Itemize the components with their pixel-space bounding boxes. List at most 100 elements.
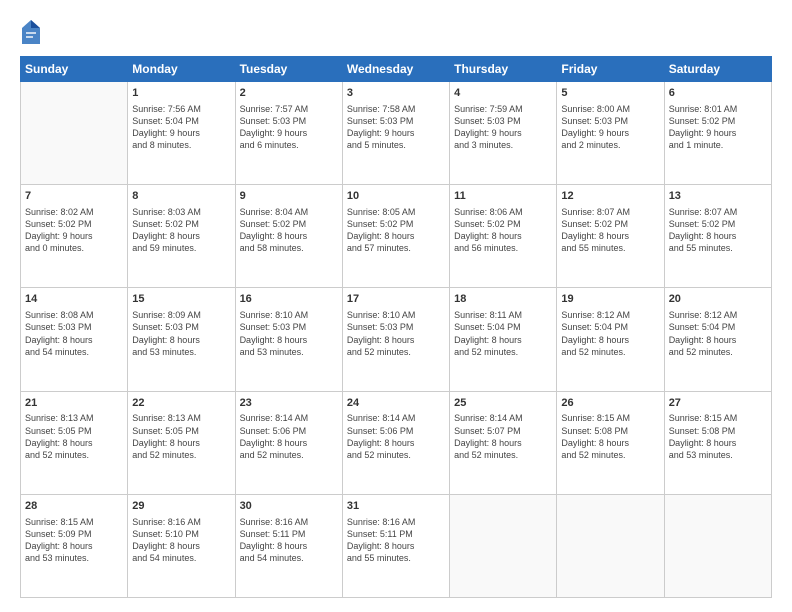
day-info: Sunrise: 8:02 AM Sunset: 5:02 PM Dayligh… — [25, 206, 123, 255]
day-number: 11 — [454, 189, 552, 204]
day-number: 7 — [25, 189, 123, 204]
day-number: 5 — [561, 86, 659, 101]
day-info: Sunrise: 8:00 AM Sunset: 5:03 PM Dayligh… — [561, 103, 659, 152]
calendar-cell: 14Sunrise: 8:08 AM Sunset: 5:03 PM Dayli… — [21, 288, 128, 391]
day-info: Sunrise: 7:56 AM Sunset: 5:04 PM Dayligh… — [132, 103, 230, 152]
calendar-cell — [450, 494, 557, 597]
logo-icon — [20, 18, 42, 46]
day-number: 10 — [347, 189, 445, 204]
calendar-cell: 30Sunrise: 8:16 AM Sunset: 5:11 PM Dayli… — [235, 494, 342, 597]
day-number: 24 — [347, 396, 445, 411]
day-number: 26 — [561, 396, 659, 411]
calendar-cell: 12 Sunrise: 8:07 AM Sunset: 5:02 PM Dayli… — [557, 185, 664, 288]
day-info: Sunrise: 7:59 AM Sunset: 5:03 PM Dayligh… — [454, 103, 552, 152]
day-number: 2 — [240, 86, 338, 101]
calendar-cell — [664, 494, 771, 597]
week-row-1: 7 Sunrise: 8:02 AM Sunset: 5:02 PM Daylig… — [21, 185, 772, 288]
day-number: 19 — [561, 292, 659, 307]
calendar-cell: 9Sunrise: 8:04 AM Sunset: 5:02 PM Daylig… — [235, 185, 342, 288]
day-number: 3 — [347, 86, 445, 101]
calendar-cell: 13 Sunrise: 8:07 AM Sunset: 5:02 PM Dayli… — [664, 185, 771, 288]
day-number: 20 — [669, 292, 767, 307]
day-info: Sunrise: 8:14 AM Sunset: 5:06 PM Dayligh… — [347, 412, 445, 461]
day-number: 17 — [347, 292, 445, 307]
day-info: Sunrise: 8:03 AM Sunset: 5:02 PM Dayligh… — [132, 206, 230, 255]
day-number: 9 — [240, 189, 338, 204]
day-number: 28 — [25, 499, 123, 514]
calendar-cell: 3Sunrise: 7:58 AM Sunset: 5:03 PM Daylig… — [342, 82, 449, 185]
day-number: 29 — [132, 499, 230, 514]
calendar-cell: 28Sunrise: 8:15 AM Sunset: 5:09 PM Dayli… — [21, 494, 128, 597]
day-info: Sunrise: 8:09 AM Sunset: 5:03 PM Dayligh… — [132, 309, 230, 358]
calendar-cell: 10 Sunrise: 8:05 AM Sunset: 5:02 PM Dayli… — [342, 185, 449, 288]
calendar-cell — [557, 494, 664, 597]
weekday-header-thursday: Thursday — [450, 57, 557, 82]
day-info: Sunrise: 8:16 AM Sunset: 5:11 PM Dayligh… — [240, 516, 338, 565]
day-info: Sunrise: 8:14 AM Sunset: 5:06 PM Dayligh… — [240, 412, 338, 461]
day-number: 15 — [132, 292, 230, 307]
calendar-cell: 23Sunrise: 8:14 AM Sunset: 5:06 PM Dayli… — [235, 391, 342, 494]
day-info: Sunrise: 8:01 AM Sunset: 5:02 PM Dayligh… — [669, 103, 767, 152]
day-info: Sunrise: 8:12 AM Sunset: 5:04 PM Dayligh… — [669, 309, 767, 358]
day-number: 22 — [132, 396, 230, 411]
day-info: Sunrise: 8:15 AM Sunset: 5:08 PM Dayligh… — [669, 412, 767, 461]
day-info: Sunrise: 8:13 AM Sunset: 5:05 PM Dayligh… — [25, 412, 123, 461]
day-number: 25 — [454, 396, 552, 411]
weekday-header-monday: Monday — [128, 57, 235, 82]
calendar-cell: 2Sunrise: 7:57 AM Sunset: 5:03 PM Daylig… — [235, 82, 342, 185]
day-info: Sunrise: 8:06 AM Sunset: 5:02 PM Dayligh… — [454, 206, 552, 255]
week-row-4: 28Sunrise: 8:15 AM Sunset: 5:09 PM Dayli… — [21, 494, 772, 597]
day-number: 4 — [454, 86, 552, 101]
week-row-3: 21Sunrise: 8:13 AM Sunset: 5:05 PM Dayli… — [21, 391, 772, 494]
week-row-0: 1 Sunrise: 7:56 AM Sunset: 5:04 PM Daylig… — [21, 82, 772, 185]
calendar-cell: 1 Sunrise: 7:56 AM Sunset: 5:04 PM Daylig… — [128, 82, 235, 185]
day-number: 18 — [454, 292, 552, 307]
weekday-header-row: SundayMondayTuesdayWednesdayThursdayFrid… — [21, 57, 772, 82]
day-info: Sunrise: 8:07 AM Sunset: 5:02 PM Dayligh… — [561, 206, 659, 255]
day-info: Sunrise: 8:16 AM Sunset: 5:11 PM Dayligh… — [347, 516, 445, 565]
calendar-cell: 4 Sunrise: 7:59 AM Sunset: 5:03 PM Daylig… — [450, 82, 557, 185]
day-number: 16 — [240, 292, 338, 307]
day-number: 13 — [669, 189, 767, 204]
calendar-cell: 29Sunrise: 8:16 AM Sunset: 5:10 PM Dayli… — [128, 494, 235, 597]
calendar-cell: 17 Sunrise: 8:10 AM Sunset: 5:03 PM Dayli… — [342, 288, 449, 391]
weekday-header-friday: Friday — [557, 57, 664, 82]
weekday-header-wednesday: Wednesday — [342, 57, 449, 82]
calendar-table: SundayMondayTuesdayWednesdayThursdayFrid… — [20, 56, 772, 598]
calendar-cell: 20 Sunrise: 8:12 AM Sunset: 5:04 PM Dayli… — [664, 288, 771, 391]
calendar-cell: 25Sunrise: 8:14 AM Sunset: 5:07 PM Dayli… — [450, 391, 557, 494]
day-number: 14 — [25, 292, 123, 307]
day-number: 27 — [669, 396, 767, 411]
day-number: 1 — [132, 86, 230, 101]
calendar-cell: 8 Sunrise: 8:03 AM Sunset: 5:02 PM Daylig… — [128, 185, 235, 288]
weekday-header-tuesday: Tuesday — [235, 57, 342, 82]
calendar-cell: 11 Sunrise: 8:06 AM Sunset: 5:02 PM Dayli… — [450, 185, 557, 288]
logo — [20, 18, 46, 46]
day-info: Sunrise: 8:12 AM Sunset: 5:04 PM Dayligh… — [561, 309, 659, 358]
day-info: Sunrise: 8:10 AM Sunset: 5:03 PM Dayligh… — [240, 309, 338, 358]
calendar-cell: 24Sunrise: 8:14 AM Sunset: 5:06 PM Dayli… — [342, 391, 449, 494]
calendar-cell: 22Sunrise: 8:13 AM Sunset: 5:05 PM Dayli… — [128, 391, 235, 494]
calendar-cell — [21, 82, 128, 185]
day-info: Sunrise: 8:10 AM Sunset: 5:03 PM Dayligh… — [347, 309, 445, 358]
calendar-cell: 6 Sunrise: 8:01 AM Sunset: 5:02 PM Daylig… — [664, 82, 771, 185]
day-info: Sunrise: 8:07 AM Sunset: 5:02 PM Dayligh… — [669, 206, 767, 255]
day-info: Sunrise: 8:14 AM Sunset: 5:07 PM Dayligh… — [454, 412, 552, 461]
day-number: 31 — [347, 499, 445, 514]
calendar-cell: 15 Sunrise: 8:09 AM Sunset: 5:03 PM Dayli… — [128, 288, 235, 391]
calendar-cell: 18 Sunrise: 8:11 AM Sunset: 5:04 PM Dayli… — [450, 288, 557, 391]
calendar-cell: 16 Sunrise: 8:10 AM Sunset: 5:03 PM Dayli… — [235, 288, 342, 391]
calendar-cell: 27Sunrise: 8:15 AM Sunset: 5:08 PM Dayli… — [664, 391, 771, 494]
page: SundayMondayTuesdayWednesdayThursdayFrid… — [0, 0, 792, 612]
day-info: Sunrise: 8:15 AM Sunset: 5:08 PM Dayligh… — [561, 412, 659, 461]
day-number: 6 — [669, 86, 767, 101]
day-info: Sunrise: 8:05 AM Sunset: 5:02 PM Dayligh… — [347, 206, 445, 255]
day-number: 8 — [132, 189, 230, 204]
day-number: 21 — [25, 396, 123, 411]
calendar-cell: 7 Sunrise: 8:02 AM Sunset: 5:02 PM Daylig… — [21, 185, 128, 288]
calendar-cell: 5 Sunrise: 8:00 AM Sunset: 5:03 PM Daylig… — [557, 82, 664, 185]
calendar-cell: 31 Sunrise: 8:16 AM Sunset: 5:11 PM Dayli… — [342, 494, 449, 597]
header — [20, 18, 772, 46]
day-number: 12 — [561, 189, 659, 204]
day-info: Sunrise: 8:11 AM Sunset: 5:04 PM Dayligh… — [454, 309, 552, 358]
